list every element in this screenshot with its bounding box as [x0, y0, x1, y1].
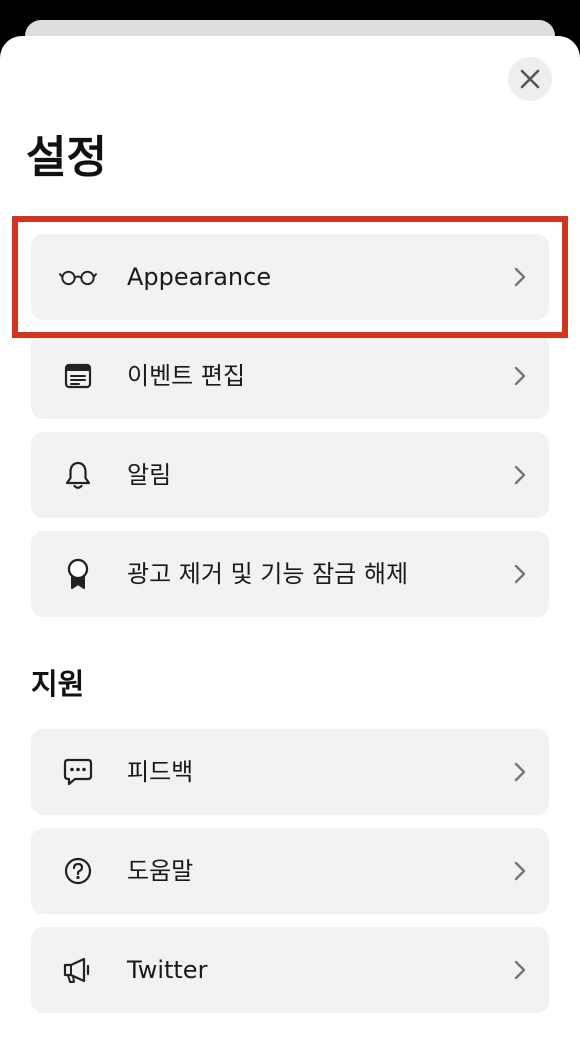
chevron-right-icon: [514, 861, 526, 881]
chevron-right-icon: [514, 564, 526, 584]
chevron-right-icon: [514, 267, 526, 287]
support-section-title: 지원: [31, 667, 85, 701]
settings-item-label: 이벤트 편집: [127, 362, 246, 390]
award-ribbon-icon: [59, 555, 97, 593]
settings-item-label: Appearance: [127, 263, 272, 291]
close-button[interactable]: [508, 57, 552, 101]
calendar-list-icon: [59, 357, 97, 395]
chevron-right-icon: [514, 762, 526, 782]
settings-item-notifications[interactable]: 알림: [31, 432, 549, 518]
settings-item-remove-ads[interactable]: 광고 제거 및 기능 잠금 해제: [31, 531, 549, 617]
settings-item-appearance[interactable]: Appearance: [31, 234, 549, 320]
settings-item-label: 알림: [127, 461, 172, 489]
close-icon: [520, 69, 540, 89]
bell-icon: [59, 456, 97, 494]
chevron-right-icon: [514, 960, 526, 980]
settings-item-label: 광고 제거 및 기능 잠금 해제: [127, 560, 409, 588]
chevron-right-icon: [514, 366, 526, 386]
megaphone-icon: [59, 951, 97, 989]
question-circle-icon: [59, 852, 97, 890]
settings-item-help[interactable]: 도움말: [31, 828, 549, 914]
settings-item-label: 도움말: [127, 857, 194, 885]
settings-item-twitter[interactable]: Twitter: [31, 927, 549, 1013]
glasses-icon: [59, 258, 97, 296]
chevron-right-icon: [514, 465, 526, 485]
settings-item-edit-events[interactable]: 이벤트 편집: [31, 333, 549, 419]
settings-item-feedback[interactable]: 피드백: [31, 729, 549, 815]
page-title: 설정: [26, 132, 107, 183]
settings-item-label: 피드백: [127, 758, 194, 786]
settings-item-label: Twitter: [127, 956, 208, 984]
chat-bubble-icon: [59, 753, 97, 791]
